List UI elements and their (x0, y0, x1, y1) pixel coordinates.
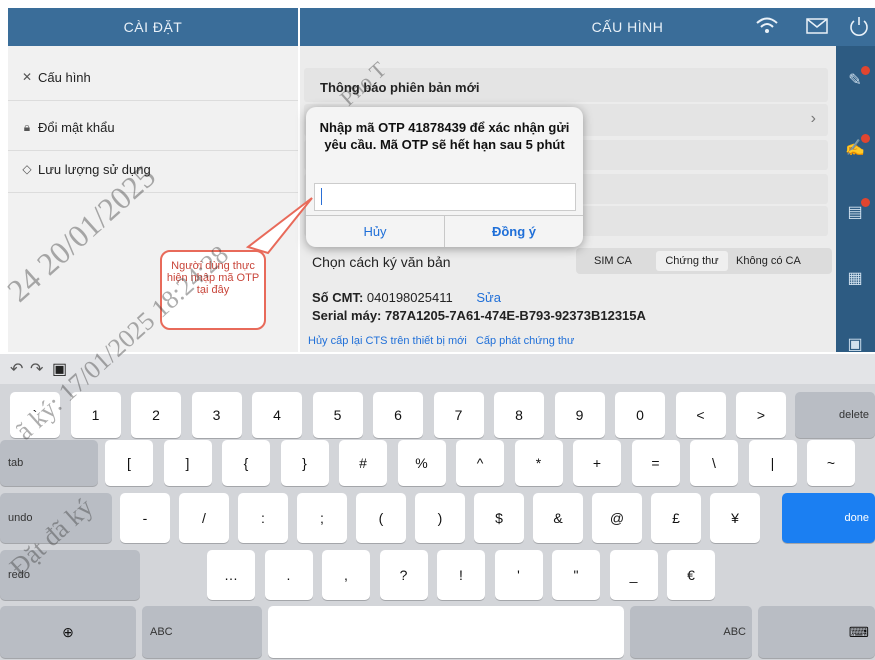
sign-method-label: Chọn cách ký văn bản (312, 254, 451, 270)
edit-link[interactable]: Sửa (476, 290, 501, 305)
key[interactable]: 5 (312, 392, 363, 438)
lock-icon: 🔒︎ (23, 119, 31, 134)
key[interactable]: @ (592, 493, 642, 543)
notification-badge (861, 66, 870, 75)
key[interactable]: + (573, 440, 621, 486)
notification-badge (861, 198, 870, 207)
sidebar-title: CÀI ĐẶT (123, 19, 183, 35)
text-caret (321, 188, 322, 205)
redo-icon[interactable]: ↷ (30, 359, 43, 379)
key[interactable]: ] (163, 440, 212, 486)
key[interactable]: " (552, 550, 600, 600)
key[interactable]: ? (379, 550, 428, 600)
tab-key[interactable]: tab (0, 440, 98, 486)
key[interactable]: 0 (615, 392, 665, 438)
key[interactable]: : (238, 493, 288, 543)
abc-key-right[interactable]: ABC (630, 606, 752, 658)
key[interactable]: ( (356, 493, 406, 543)
revoke-link[interactable]: Hủy cấp lại CTS trên thiết bị mới (308, 335, 467, 347)
otp-dialog: Nhập mã OTP 41878439 để xác nhận gửi yêu… (306, 107, 583, 247)
main-header: CẤU HÌNH (300, 8, 875, 46)
confirm-button[interactable]: Đồng ý (445, 217, 583, 245)
cmt-line: Số CMT: 040198025411 Sửa (312, 290, 501, 305)
issue-link[interactable]: Cấp phát chứng thư (476, 335, 575, 347)
key[interactable]: , (322, 550, 370, 600)
key[interactable]: $ (474, 493, 524, 543)
key[interactable]: \ (690, 440, 738, 486)
cert-links: Hủy cấp lại CTS trên thiết bị mới Cấp ph… (308, 335, 574, 347)
key[interactable]: ' (494, 550, 543, 600)
key[interactable]: { (222, 440, 270, 486)
key[interactable]: 6 (373, 392, 423, 438)
globe-key[interactable]: ⊕ (0, 606, 136, 658)
page-title: CẤU HÌNH (591, 19, 664, 35)
sidebar-item-label: Cấu hình (38, 69, 91, 85)
key[interactable]: ¥ (710, 493, 760, 543)
sidebar-item-config[interactable]: ✕ Cấu hình (8, 54, 298, 101)
sign-option-no-ca[interactable]: Không có CA (736, 255, 801, 267)
key[interactable]: 9 (554, 392, 605, 438)
key[interactable]: < (675, 392, 726, 438)
sidebar-header: CÀI ĐẶT (8, 8, 298, 46)
key[interactable]: _ (609, 550, 658, 600)
key[interactable]: 3 (191, 392, 242, 438)
abc-key-left[interactable]: ABC (142, 606, 262, 658)
sidebar-item-label: Đổi mật khẩu (38, 119, 115, 135)
key[interactable]: = (631, 440, 680, 486)
cancel-button[interactable]: Hủy (306, 217, 444, 245)
key[interactable]: 4 (252, 392, 302, 438)
key[interactable]: ! (437, 550, 485, 600)
data-usage-icon: ◇ (22, 162, 32, 176)
key[interactable]: … (207, 550, 255, 600)
key[interactable]: [ (105, 440, 153, 486)
cmt-value: 040198025411 (366, 290, 453, 305)
chevron-right-icon: › (810, 110, 816, 127)
key[interactable]: } (280, 440, 329, 486)
key[interactable]: ; (297, 493, 347, 543)
mail-icon[interactable] (806, 18, 828, 37)
key[interactable]: ) (415, 493, 465, 543)
key[interactable]: . (264, 550, 313, 600)
otp-message: Nhập mã OTP 41878439 để xác nhận gửi yêu… (319, 120, 570, 152)
key[interactable]: 2 (131, 392, 181, 438)
cmt-label: Số CMT: (312, 290, 364, 305)
serial-value: 787A1205-7A61-474E-B793-92373B12315A (385, 308, 646, 323)
sidebar-item-change-password[interactable]: 🔒︎ Đổi mật khẩu (8, 104, 298, 151)
done-key[interactable]: done (782, 493, 875, 543)
key[interactable]: 8 (494, 392, 544, 438)
key[interactable]: % (397, 440, 446, 486)
key[interactable]: > (736, 392, 786, 438)
calendar-icon[interactable]: ▦ (844, 268, 866, 290)
key[interactable]: # (339, 440, 387, 486)
key[interactable]: ~ (807, 440, 855, 486)
keyboard-dismiss-key[interactable]: ⌨ (758, 606, 875, 658)
notification-badge (861, 134, 870, 143)
power-icon[interactable] (848, 15, 870, 40)
right-rail: ✎ ✍ ▤ ▦ ▣ (836, 46, 875, 353)
key[interactable]: - (120, 493, 170, 543)
keyboard-toolbar: ↶ ↷ ▣ (0, 354, 875, 384)
undo-icon[interactable]: ↶ (10, 359, 23, 379)
contacts-icon[interactable]: ▣ (844, 334, 866, 356)
wifi-icon (755, 16, 779, 39)
key[interactable]: | (748, 440, 797, 486)
key[interactable]: * (514, 440, 563, 486)
delete-key[interactable]: delete (795, 392, 875, 438)
sign-option-certificate[interactable]: Chứng thư (656, 251, 728, 271)
serial-line: Serial máy: 787A1205-7A61-474E-B793-9237… (312, 308, 646, 323)
key[interactable]: ^ (456, 440, 504, 486)
key[interactable]: / (179, 493, 229, 543)
key[interactable]: & (533, 493, 583, 543)
serial-label: Serial máy: (312, 308, 382, 323)
tools-icon: ✕ (21, 70, 33, 84)
sign-option-sim-ca[interactable]: SIM CA (594, 255, 632, 267)
key[interactable]: 7 (433, 392, 484, 438)
otp-input[interactable] (314, 183, 576, 211)
space-key[interactable] (268, 606, 624, 658)
key[interactable]: £ (651, 493, 701, 543)
key[interactable]: € (667, 550, 715, 600)
sign-method-segmented: SIM CA Chứng thư Không có CA (576, 248, 832, 274)
